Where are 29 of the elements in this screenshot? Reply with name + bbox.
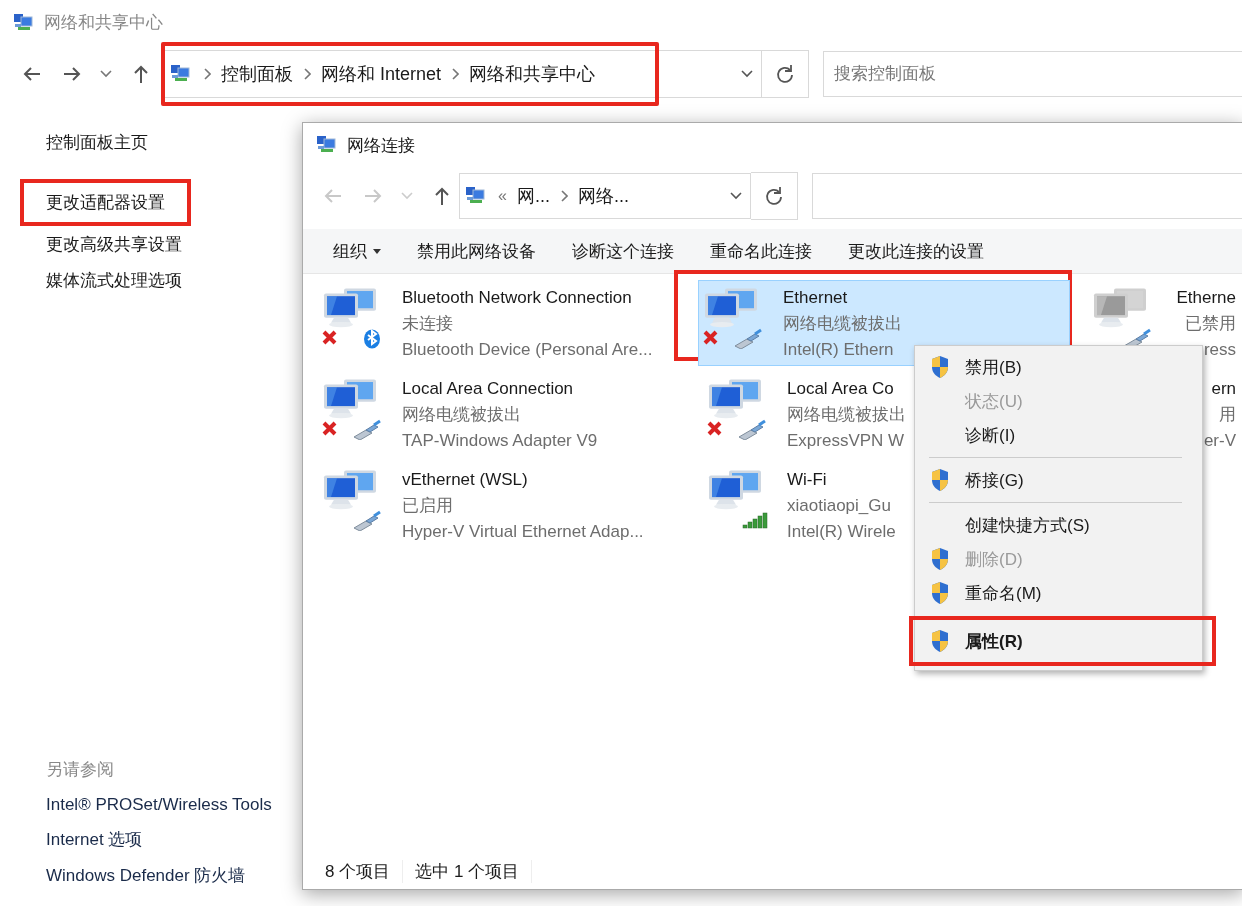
connection-status: 网络电缆被拔出 xyxy=(787,404,906,426)
connection-status: xiaotiaopi_Gu xyxy=(787,495,892,517)
connection-name: Wi-Fi xyxy=(787,469,828,491)
section-title: 另请参阅 xyxy=(46,758,115,781)
connection-name: ern xyxy=(1211,378,1236,400)
connection-name: Local Area Co xyxy=(787,378,895,400)
adapter-name: Intel(R) Ethern xyxy=(783,339,895,361)
adapter-name: er-V xyxy=(1203,430,1236,452)
adapter-name: Hyper-V Virtual Ethernet Adap... xyxy=(402,521,644,543)
connection-name: Ethernet xyxy=(783,287,849,309)
connection-name: vEthernet (WSL) xyxy=(402,469,529,491)
status-text: 8 个项目 xyxy=(313,859,404,883)
connection-name: Bluetooth Network Connection xyxy=(402,287,633,309)
window-title: 网络连接 xyxy=(347,134,415,157)
connection-status: 已禁用 xyxy=(1185,313,1236,335)
connection-status: 网络电缆被拔出 xyxy=(402,404,522,426)
connection-name: Etherne xyxy=(1176,287,1236,309)
connection-name: Local Area Connection xyxy=(402,378,575,400)
status-text: 选中 1 个项目 xyxy=(403,859,533,883)
adapter-name: ress xyxy=(1203,339,1236,361)
connection-status: 网络电缆被拔出 xyxy=(783,313,902,335)
adapter-name: Intel(R) Wirele xyxy=(787,521,896,543)
connection-status: 已启用 xyxy=(402,495,454,517)
window-title: 网络和共享中心 xyxy=(44,12,163,34)
adapter-name: ExpressVPN W xyxy=(787,430,906,452)
adapter-name: TAP-Windows Adapter V9 xyxy=(402,430,598,452)
connection-status: 用 xyxy=(1219,404,1236,426)
connection-status: 未连接 xyxy=(402,313,454,335)
adapter-name: Bluetooth Device (Personal Are... xyxy=(402,339,653,361)
